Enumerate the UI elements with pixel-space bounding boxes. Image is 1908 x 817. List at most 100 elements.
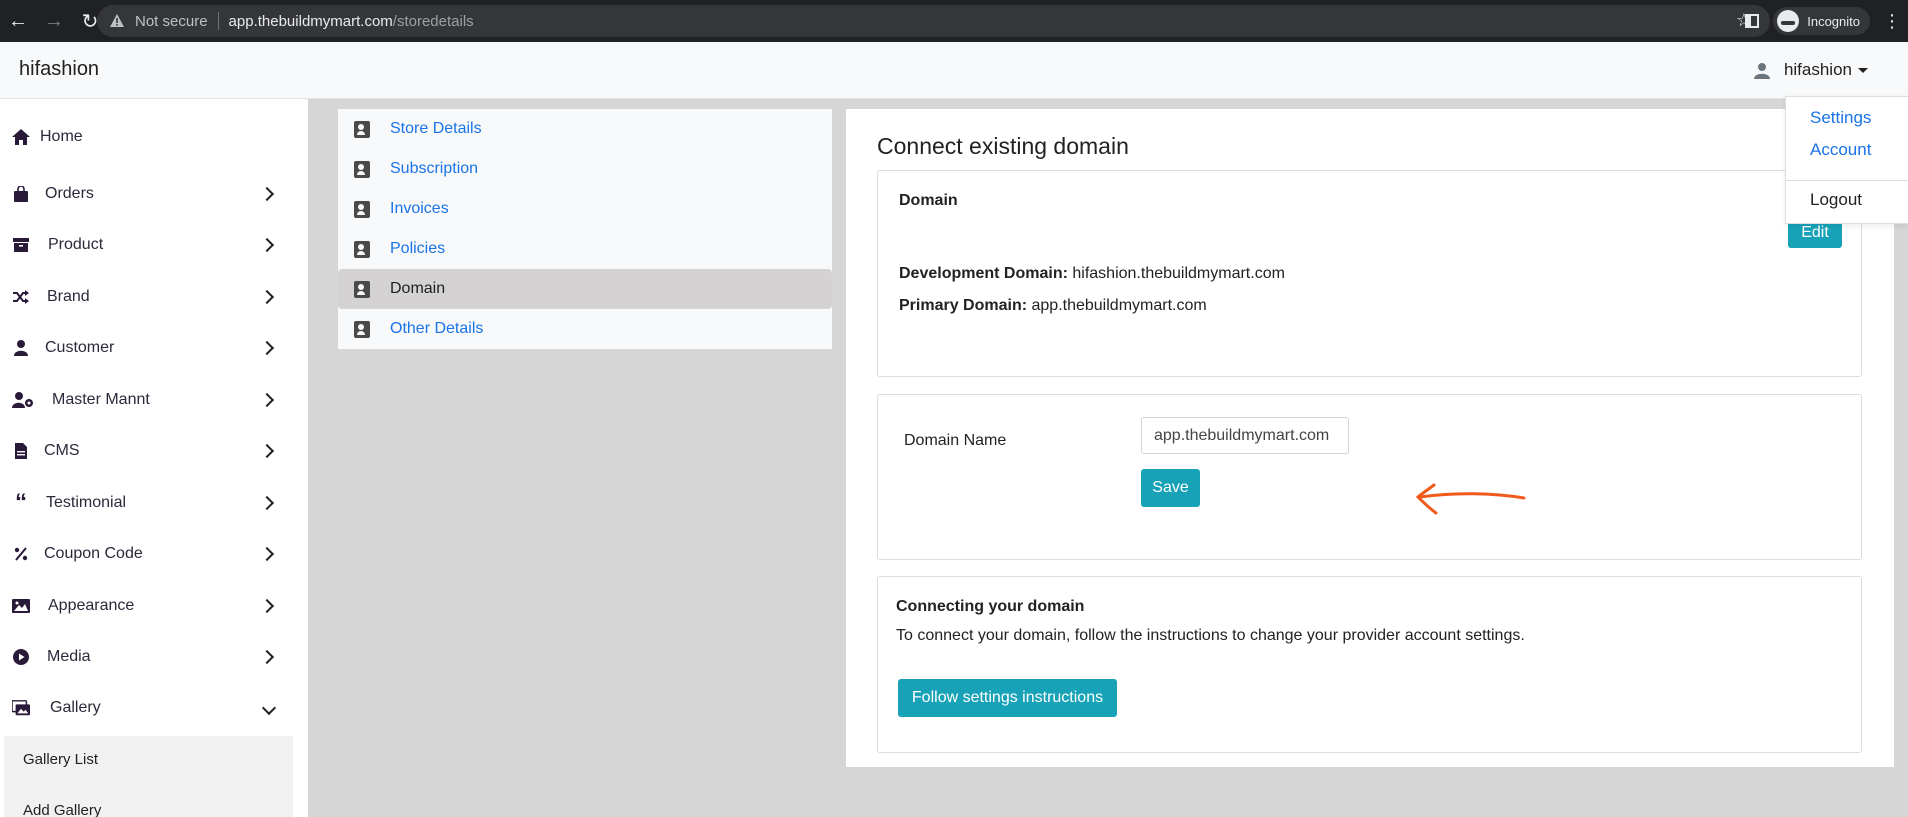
annotation-arrow-icon — [1415, 483, 1526, 515]
shuffle-icon — [12, 288, 30, 306]
sidebar-item-label: Product — [48, 236, 104, 253]
contact-card-icon — [354, 280, 370, 298]
user-cog-icon — [12, 391, 34, 409]
sidebar-item-home[interactable]: Home — [0, 117, 308, 157]
chevron-right-icon — [259, 649, 275, 665]
nav-item-label: Invoices — [390, 200, 449, 217]
box-icon — [12, 236, 30, 254]
sidebar-item-label: Master Mannt — [52, 391, 150, 408]
back-icon[interactable]: ← — [0, 0, 36, 42]
shopping-bag-icon — [12, 185, 30, 203]
user-dropdown-menu: Settings Account Logout — [1785, 96, 1908, 224]
contact-card-icon — [354, 120, 370, 138]
sidebar-item-product[interactable]: Product — [0, 225, 308, 265]
dropdown-item-logout[interactable]: Logout — [1810, 190, 1862, 210]
chevron-right-icon — [259, 340, 275, 356]
sidebar-item-coupon-code[interactable]: Coupon Code — [0, 534, 308, 574]
connect-card-text: To connect your domain, follow the instr… — [896, 627, 1525, 644]
nav-item-label: Policies — [390, 240, 446, 257]
contact-card-icon — [354, 320, 370, 338]
sidebar-item-media[interactable]: Media — [0, 637, 308, 677]
images-icon — [12, 699, 30, 717]
sidebar-item-label: Coupon Code — [44, 545, 143, 562]
contact-card-icon — [354, 240, 370, 258]
incognito-icon — [1777, 10, 1800, 32]
follow-instructions-button[interactable]: Follow settings instructions — [898, 679, 1117, 717]
dropdown-item-settings[interactable]: Settings — [1810, 108, 1871, 128]
sidebar-item-label: Customer — [45, 339, 115, 356]
submenu-item-add-gallery[interactable]: Add Gallery — [23, 802, 101, 817]
chevron-right-icon — [259, 392, 275, 408]
browser-toolbar: ← → ↻ Not secure app.thebuildmymart.com /… — [0, 0, 1908, 42]
domain-name-input[interactable] — [1141, 417, 1349, 454]
address-bar[interactable]: Not secure app.thebuildmymart.com/stored… — [97, 5, 1770, 37]
connect-domain-card: Connecting your domain To connect your d… — [877, 576, 1862, 753]
browser-menu-icon[interactable]: ⋮ — [1882, 11, 1902, 32]
nav-item-other-details[interactable]: Other Details — [338, 309, 832, 349]
main-panel: Connect existing domain Domain Edit Deve… — [846, 109, 1894, 767]
incognito-label: Incognito — [1807, 13, 1860, 29]
connect-card-title: Connecting your domain — [896, 598, 1085, 615]
save-button[interactable]: Save — [1141, 469, 1200, 507]
warning-icon — [110, 14, 124, 27]
dropdown-item-account[interactable]: Account — [1810, 140, 1871, 160]
development-domain-label: Development Domain: — [899, 265, 1068, 282]
sidebar-item-label: Media — [47, 648, 91, 665]
percent-icon — [12, 545, 30, 563]
sidebar-item-gallery[interactable]: Gallery — [0, 688, 308, 728]
sidebar-item-brand[interactable]: Brand — [0, 277, 308, 317]
nav-item-label: Other Details — [390, 320, 484, 337]
security-label: Not secure — [135, 12, 208, 30]
chevron-right-icon — [259, 495, 275, 511]
chevron-right-icon — [259, 443, 275, 459]
sidebar-item-appearance[interactable]: Appearance — [0, 586, 308, 626]
settings-nav: Store Details Subscription Invoices Poli… — [338, 109, 832, 349]
page-title: Connect existing domain — [877, 133, 1129, 159]
brand-name: hifashion — [19, 58, 100, 80]
primary-domain-label: Primary Domain: — [899, 297, 1028, 314]
sidebar-item-label: Appearance — [48, 597, 135, 614]
nav-item-domain[interactable]: Domain — [338, 269, 832, 309]
development-domain-row: Development Domain: hifashion.thebuildmy… — [899, 265, 1285, 283]
incognito-badge[interactable]: Incognito — [1773, 7, 1870, 35]
sidebar-item-customer[interactable]: Customer — [0, 328, 308, 368]
sidebar-item-cms[interactable]: CMS — [0, 431, 308, 471]
url-host: app.thebuildmymart.com — [228, 12, 393, 30]
sidebar-item-orders[interactable]: Orders — [0, 174, 308, 214]
nav-item-store-details[interactable]: Store Details — [338, 109, 832, 149]
nav-item-label: Domain — [390, 280, 446, 297]
sidebar-item-testimonial[interactable]: “ Testimonial — [0, 483, 308, 523]
sidebar-item-label: CMS — [44, 442, 80, 459]
chevron-right-icon — [259, 598, 275, 614]
forward-icon[interactable]: → — [36, 0, 72, 42]
omnibox-divider — [217, 12, 219, 30]
contact-card-icon — [354, 160, 370, 178]
sidebar-item-label: Gallery — [50, 699, 101, 716]
dropdown-divider — [1786, 180, 1908, 181]
nav-item-invoices[interactable]: Invoices — [338, 189, 832, 229]
contact-card-icon — [354, 200, 370, 218]
submenu-item-gallery-list[interactable]: Gallery List — [23, 751, 98, 768]
file-icon — [12, 442, 30, 460]
app-header: hifashion hifashion — [0, 42, 1908, 99]
nav-item-subscription[interactable]: Subscription — [338, 149, 832, 189]
user-icon — [12, 339, 30, 357]
user-menu-toggle[interactable]: hifashion — [1753, 60, 1868, 80]
sidebar-item-master-mannt[interactable]: Master Mannt — [0, 380, 308, 420]
side-panel-icon[interactable] — [1745, 14, 1760, 28]
quote-icon: “ — [15, 489, 27, 516]
user-name: hifashion — [1783, 60, 1852, 79]
primary-domain-row: Primary Domain: app.thebuildmymart.com — [899, 297, 1207, 315]
sidebar-item-label: Testimonial — [46, 494, 127, 511]
chevron-right-icon — [259, 186, 275, 202]
domain-form-card: Domain Name Save — [877, 394, 1862, 560]
sidebar-item-label: Orders — [45, 185, 94, 202]
nav-item-policies[interactable]: Policies — [338, 229, 832, 269]
domain-card-title: Domain — [899, 192, 958, 209]
image-icon — [12, 597, 30, 615]
nav-item-label: Subscription — [390, 160, 479, 177]
caret-down-icon — [1858, 67, 1868, 73]
url-path: /storedetails — [392, 12, 474, 30]
chevron-down-icon — [261, 700, 277, 716]
domain-name-label: Domain Name — [904, 432, 1007, 449]
